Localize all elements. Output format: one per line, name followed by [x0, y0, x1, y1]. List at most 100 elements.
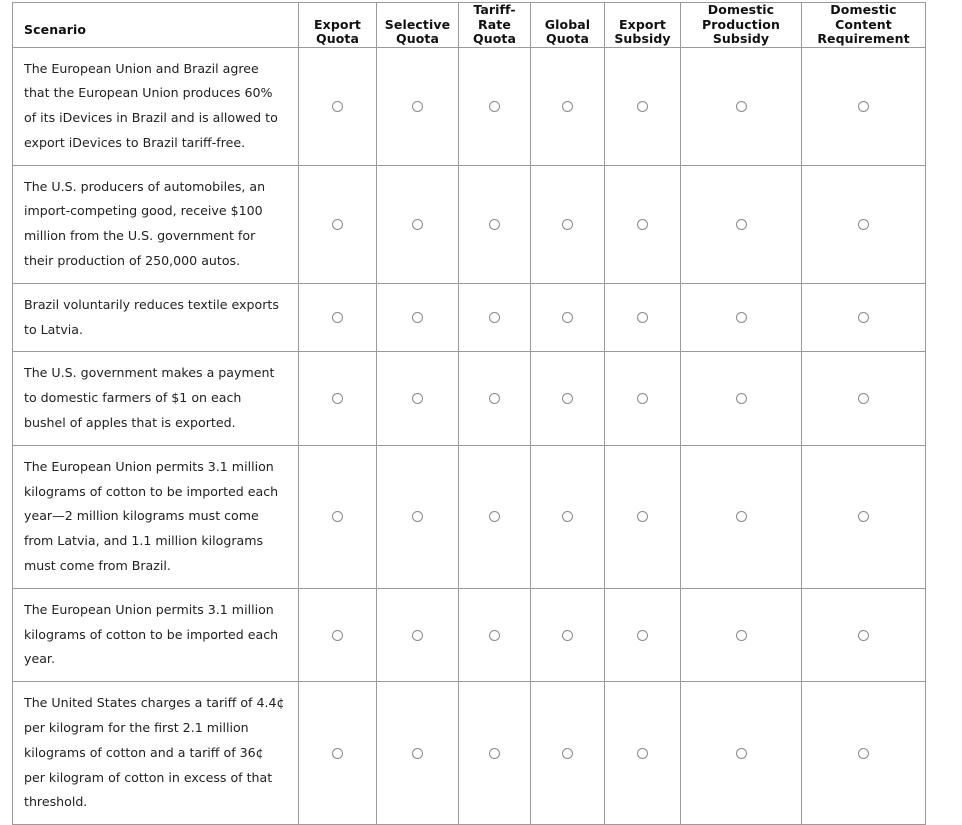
radio-cell-domestic_production_subsidy[interactable] [680, 164, 802, 284]
radio-cell-selective_quota[interactable] [376, 681, 459, 825]
radio-cell-export_quota[interactable] [298, 681, 377, 825]
radio-button-domestic_production_subsidy[interactable] [735, 312, 747, 324]
radio-button-selective_quota[interactable] [412, 747, 423, 759]
radio-button-global_quota[interactable] [562, 629, 573, 641]
radio-button-export_quota[interactable] [332, 511, 343, 523]
radio-cell-domestic_production_subsidy[interactable] [680, 351, 802, 446]
radio-cell-export_subsidy[interactable] [604, 164, 681, 284]
radio-button-domestic_content_requirement[interactable] [858, 629, 869, 641]
radio-cell-domestic_production_subsidy[interactable] [680, 282, 802, 353]
radio-cell-domestic_content_requirement[interactable] [801, 351, 926, 446]
radio-button-global_quota[interactable] [562, 747, 573, 759]
radio-cell-export_subsidy[interactable] [604, 587, 681, 683]
radio-button-export_subsidy[interactable] [637, 393, 648, 405]
radio-cell-tariff_rate_quota[interactable] [458, 164, 531, 284]
radio-cell-domestic_content_requirement[interactable] [801, 444, 926, 589]
radio-button-export_subsidy[interactable] [637, 218, 648, 230]
radio-button-domestic_production_subsidy[interactable] [735, 393, 747, 405]
radio-button-selective_quota[interactable] [412, 393, 423, 405]
radio-cell-selective_quota[interactable] [376, 46, 459, 166]
radio-cell-export_subsidy[interactable] [604, 46, 681, 166]
radio-cell-global_quota[interactable] [530, 164, 605, 284]
radio-button-domestic_production_subsidy[interactable] [735, 629, 747, 641]
radio-button-tariff_rate_quota[interactable] [489, 218, 500, 230]
radio-cell-selective_quota[interactable] [376, 587, 459, 683]
radio-button-domestic_content_requirement[interactable] [858, 100, 869, 112]
radio-button-export_quota[interactable] [332, 393, 343, 405]
radio-button-global_quota[interactable] [562, 312, 573, 324]
radio-cell-global_quota[interactable] [530, 282, 605, 353]
radio-button-global_quota[interactable] [562, 100, 573, 112]
radio-button-export_quota[interactable] [332, 747, 343, 759]
radio-cell-global_quota[interactable] [530, 46, 605, 166]
radio-cell-export_subsidy[interactable] [604, 351, 681, 446]
radio-button-tariff_rate_quota[interactable] [489, 393, 500, 405]
radio-button-domestic_production_subsidy[interactable] [735, 100, 747, 112]
radio-button-tariff_rate_quota[interactable] [489, 511, 500, 523]
radio-button-export_subsidy[interactable] [637, 629, 648, 641]
radio-button-domestic_content_requirement[interactable] [858, 218, 869, 230]
radio-cell-selective_quota[interactable] [376, 282, 459, 353]
radio-cell-export_quota[interactable] [298, 164, 377, 284]
radio-cell-export_quota[interactable] [298, 351, 377, 446]
radio-cell-global_quota[interactable] [530, 587, 605, 683]
radio-button-export_subsidy[interactable] [637, 511, 648, 523]
radio-cell-domestic_content_requirement[interactable] [801, 282, 926, 353]
radio-cell-selective_quota[interactable] [376, 164, 459, 284]
radio-cell-domestic_production_subsidy[interactable] [680, 681, 802, 825]
radio-cell-domestic_production_subsidy[interactable] [680, 444, 802, 589]
radio-button-selective_quota[interactable] [412, 100, 423, 112]
radio-cell-export_quota[interactable] [298, 46, 377, 166]
radio-cell-export_quota[interactable] [298, 444, 377, 589]
table-row: The European Union and Brazil agree that… [12, 46, 926, 166]
scenario-text: The European Union permits 3.1 million k… [12, 444, 299, 589]
radio-button-global_quota[interactable] [562, 393, 573, 405]
radio-cell-tariff_rate_quota[interactable] [458, 587, 531, 683]
radio-cell-domestic_content_requirement[interactable] [801, 587, 926, 683]
radio-cell-export_subsidy[interactable] [604, 681, 681, 825]
radio-cell-selective_quota[interactable] [376, 351, 459, 446]
radio-cell-export_subsidy[interactable] [604, 282, 681, 353]
radio-cell-global_quota[interactable] [530, 444, 605, 589]
radio-button-selective_quota[interactable] [412, 312, 423, 324]
radio-button-domestic_production_subsidy[interactable] [735, 747, 747, 759]
radio-button-export_quota[interactable] [332, 312, 343, 324]
radio-cell-tariff_rate_quota[interactable] [458, 46, 531, 166]
radio-button-global_quota[interactable] [562, 511, 573, 523]
radio-button-domestic_content_requirement[interactable] [858, 393, 869, 405]
radio-cell-export_quota[interactable] [298, 282, 377, 353]
radio-button-global_quota[interactable] [562, 218, 573, 230]
radio-cell-selective_quota[interactable] [376, 444, 459, 589]
radio-cell-tariff_rate_quota[interactable] [458, 444, 531, 589]
radio-button-selective_quota[interactable] [412, 629, 423, 641]
radio-button-export_subsidy[interactable] [637, 312, 648, 324]
radio-button-tariff_rate_quota[interactable] [489, 312, 500, 324]
radio-cell-tariff_rate_quota[interactable] [458, 351, 531, 446]
radio-button-export_subsidy[interactable] [637, 747, 648, 759]
radio-button-selective_quota[interactable] [412, 511, 423, 523]
radio-button-domestic_content_requirement[interactable] [858, 747, 869, 759]
radio-button-tariff_rate_quota[interactable] [489, 747, 500, 759]
radio-cell-domestic_content_requirement[interactable] [801, 46, 926, 166]
radio-cell-global_quota[interactable] [530, 351, 605, 446]
radio-button-selective_quota[interactable] [412, 218, 423, 230]
radio-cell-global_quota[interactable] [530, 681, 605, 825]
radio-cell-domestic_production_subsidy[interactable] [680, 587, 802, 683]
radio-button-export_subsidy[interactable] [637, 100, 648, 112]
radio-cell-domestic_content_requirement[interactable] [801, 164, 926, 284]
radio-button-domestic_production_subsidy[interactable] [735, 218, 747, 230]
radio-button-tariff_rate_quota[interactable] [489, 629, 500, 641]
radio-cell-domestic_content_requirement[interactable] [801, 681, 926, 825]
radio-cell-tariff_rate_quota[interactable] [458, 681, 531, 825]
radio-button-domestic_production_subsidy[interactable] [735, 511, 747, 523]
radio-button-tariff_rate_quota[interactable] [489, 100, 500, 112]
radio-cell-export_quota[interactable] [298, 587, 377, 683]
radio-button-export_quota[interactable] [332, 218, 343, 230]
radio-button-domestic_content_requirement[interactable] [858, 511, 869, 523]
radio-cell-export_subsidy[interactable] [604, 444, 681, 589]
radio-button-domestic_content_requirement[interactable] [858, 312, 869, 324]
radio-button-export_quota[interactable] [332, 629, 343, 641]
radio-button-export_quota[interactable] [332, 100, 343, 112]
radio-cell-domestic_production_subsidy[interactable] [680, 46, 802, 166]
radio-cell-tariff_rate_quota[interactable] [458, 282, 531, 353]
